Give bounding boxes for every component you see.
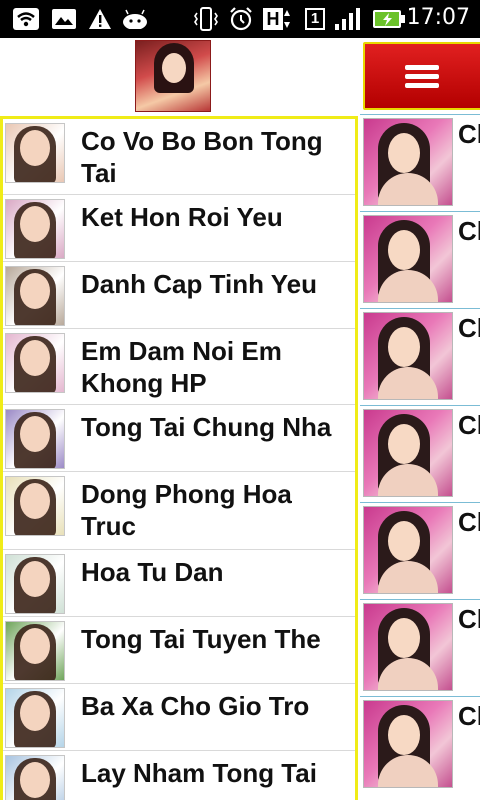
drawer-story-list: Co Vo Bo Bon Tong Tai Ket Hon Roi Yeu Danh… xyxy=(0,116,358,800)
vibrate-icon xyxy=(192,7,220,31)
navigation-drawer: Co Vo Bo Bon Tong Tai Ket Hon Roi Yeu Danh… xyxy=(0,38,360,800)
drawer-item-label: Lay Nham Tong Tai xyxy=(81,758,317,788)
drawer-item-label: Ket Hon Roi Yeu xyxy=(81,202,283,232)
main-content-panel: Ch Ch Ch Ch Ch Ch Ch xyxy=(360,38,480,800)
drawer-item[interactable]: Tong Tai Tuyen The xyxy=(3,617,355,684)
story-row[interactable]: Ch xyxy=(360,211,480,307)
drawer-item[interactable]: Ket Hon Roi Yeu xyxy=(3,195,355,262)
story-cover-thumbnail xyxy=(5,123,65,183)
android-icon xyxy=(122,7,148,31)
story-cover-thumbnail xyxy=(5,409,65,469)
story-title: Ch xyxy=(458,604,480,634)
story-cover-thumbnail xyxy=(5,755,65,800)
story-cover-thumbnail xyxy=(363,603,453,691)
drawer-item[interactable]: Em Dam Noi Em Khong HP xyxy=(3,329,355,405)
menu-button[interactable] xyxy=(363,42,480,110)
drawer-item[interactable]: Co Vo Bo Bon Tong Tai xyxy=(3,119,355,195)
network-type-label: H xyxy=(263,8,283,30)
story-title: Ch xyxy=(458,507,480,537)
signal-icon xyxy=(334,7,362,31)
drawer-item-label: Danh Cap Tinh Yeu xyxy=(81,269,317,299)
story-cover-thumbnail xyxy=(5,199,65,259)
sim-1-icon: 1 xyxy=(304,7,326,31)
drawer-item-label: Hoa Tu Dan xyxy=(81,557,224,587)
story-cover-thumbnail xyxy=(363,118,453,206)
clock-time: 17:07 xyxy=(406,5,470,30)
story-cover-thumbnail xyxy=(363,312,453,400)
story-row[interactable]: Ch xyxy=(360,308,480,404)
story-cover-thumbnail xyxy=(363,215,453,303)
drawer-item[interactable]: Tong Tai Chung Nha xyxy=(3,405,355,472)
drawer-item[interactable]: Hoa Tu Dan xyxy=(3,550,355,617)
story-cover-thumbnail xyxy=(5,688,65,748)
drawer-item-label: Tong Tai Tuyen The xyxy=(81,624,321,654)
image-icon xyxy=(52,7,76,31)
drawer-item-label: Dong Phong Hoa Truc xyxy=(81,479,292,541)
story-row[interactable]: Ch xyxy=(360,502,480,598)
drawer-item-label: Ba Xa Cho Gio Tro xyxy=(81,691,310,721)
story-title: Ch xyxy=(458,313,480,343)
story-row[interactable]: Ch xyxy=(360,696,480,792)
story-cover-thumbnail xyxy=(5,266,65,326)
main-header xyxy=(360,38,480,114)
story-cover-thumbnail xyxy=(5,554,65,614)
drawer-item[interactable]: Lay Nham Tong Tai xyxy=(3,751,355,800)
sim-number: 1 xyxy=(305,8,325,30)
drawer-item[interactable]: Ba Xa Cho Gio Tro xyxy=(3,684,355,751)
drawer-item[interactable]: Danh Cap Tinh Yeu xyxy=(3,262,355,329)
story-cover-thumbnail xyxy=(363,700,453,788)
drawer-item[interactable]: Dong Phong Hoa Truc xyxy=(3,472,355,550)
alarm-icon xyxy=(228,7,254,31)
story-row[interactable]: Ch xyxy=(360,599,480,695)
warning-icon xyxy=(88,7,112,31)
story-cover-thumbnail xyxy=(5,621,65,681)
h-network-icon: H xyxy=(262,7,292,31)
story-title: Ch xyxy=(458,119,480,149)
app-avatar[interactable] xyxy=(135,40,211,112)
story-cover-thumbnail xyxy=(363,506,453,594)
drawer-item-label: Co Vo Bo Bon Tong Tai xyxy=(81,126,323,188)
story-cover-thumbnail xyxy=(363,409,453,497)
drawer-item-label: Em Dam Noi Em Khong HP xyxy=(81,336,282,398)
story-title: Ch xyxy=(458,410,480,440)
drawer-item-label: Tong Tai Chung Nha xyxy=(81,412,332,442)
story-title: Ch xyxy=(458,216,480,246)
drawer-header xyxy=(0,38,360,114)
story-title: Ch xyxy=(458,701,480,731)
story-row[interactable]: Ch xyxy=(360,114,480,210)
story-row[interactable]: Ch xyxy=(360,405,480,501)
battery-charging-icon xyxy=(372,7,406,31)
story-cover-thumbnail xyxy=(5,476,65,536)
status-bar: H 1 17:07 xyxy=(0,0,480,38)
wifi-icon xyxy=(12,7,40,31)
story-cover-thumbnail xyxy=(5,333,65,393)
